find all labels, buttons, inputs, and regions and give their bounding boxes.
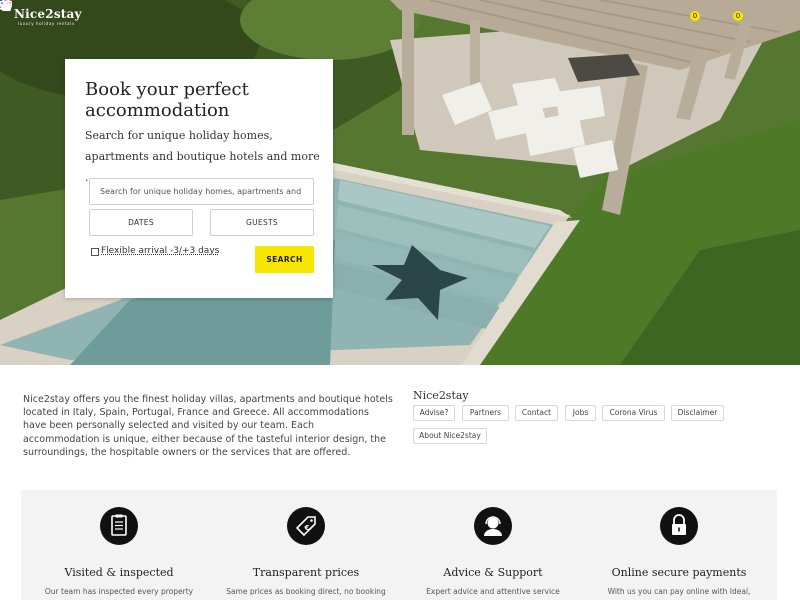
feature-payments: Online secure payments With us you can p… — [589, 490, 769, 600]
hero-banner: Nice2stay luxury holiday rentals 0 0 Boo… — [0, 0, 800, 365]
feature-title: Transparent prices — [252, 566, 360, 579]
flexible-arrival-checkbox[interactable] — [91, 248, 99, 256]
feature-description: Same prices as booking direct, no bookin… — [226, 587, 386, 596]
link-jobs[interactable]: Jobs — [565, 405, 596, 421]
feature-support: Advice & Support Expert advice and atten… — [403, 490, 583, 600]
site-logo[interactable]: Nice2stay luxury holiday rentals — [14, 7, 82, 26]
feature-description: Our team has inspected every property — [44, 587, 194, 596]
feature-visited: Visited & inspected Our team has inspect… — [29, 490, 209, 600]
user-account-icon[interactable] — [0, 0, 10, 10]
link-partners[interactable]: Partners — [462, 405, 509, 421]
top-navigation: Nice2stay luxury holiday rentals 0 0 — [0, 0, 800, 40]
feature-prices: € Transparent prices Same prices as book… — [216, 490, 396, 600]
cart-count-badge: 0 — [733, 11, 743, 21]
link-contact[interactable]: Contact — [515, 405, 558, 421]
guests-button[interactable]: GUESTS — [210, 209, 314, 236]
logo-tagline: luxury holiday rentals — [18, 21, 75, 26]
svg-text:€: € — [304, 524, 310, 532]
feature-title: Advice & Support — [443, 566, 543, 579]
feature-title: Visited & inspected — [64, 566, 174, 579]
feature-title: Online secure payments — [611, 566, 747, 579]
accommodation-search-input[interactable] — [89, 178, 314, 205]
booking-title: Book your perfect accommodation — [85, 79, 249, 121]
favorites-count-badge: 0 — [690, 11, 700, 21]
intro-paragraph: Nice2stay offers you the finest holiday … — [23, 394, 393, 458]
link-disclaimer[interactable]: Disclaimer — [671, 405, 724, 421]
link-corona-virus[interactable]: Corona Virus — [602, 405, 665, 421]
link-about[interactable]: About Nice2stay — [413, 428, 487, 444]
logo-name: Nice2stay — [14, 7, 82, 21]
search-button[interactable]: SEARCH — [255, 246, 314, 273]
padlock-icon — [660, 507, 698, 545]
support-agent-icon — [474, 507, 512, 545]
links-heading: Nice2stay — [413, 389, 469, 402]
booking-search-card: Book your perfect accommodation Search f… — [65, 59, 333, 298]
feature-description: Expert advice and attentive service — [426, 587, 560, 596]
dates-button[interactable]: DATES — [89, 209, 193, 236]
price-tag-icon: € — [287, 507, 325, 545]
clipboard-icon — [100, 507, 138, 545]
flexible-arrival-label[interactable]: Flexible arrival -3/+3 days — [101, 246, 219, 256]
features-section: Visited & inspected Our team has inspect… — [21, 490, 777, 600]
feature-description: With us you can pay online with Ideal, — [607, 587, 751, 596]
link-advise[interactable]: Advise? — [413, 405, 455, 421]
